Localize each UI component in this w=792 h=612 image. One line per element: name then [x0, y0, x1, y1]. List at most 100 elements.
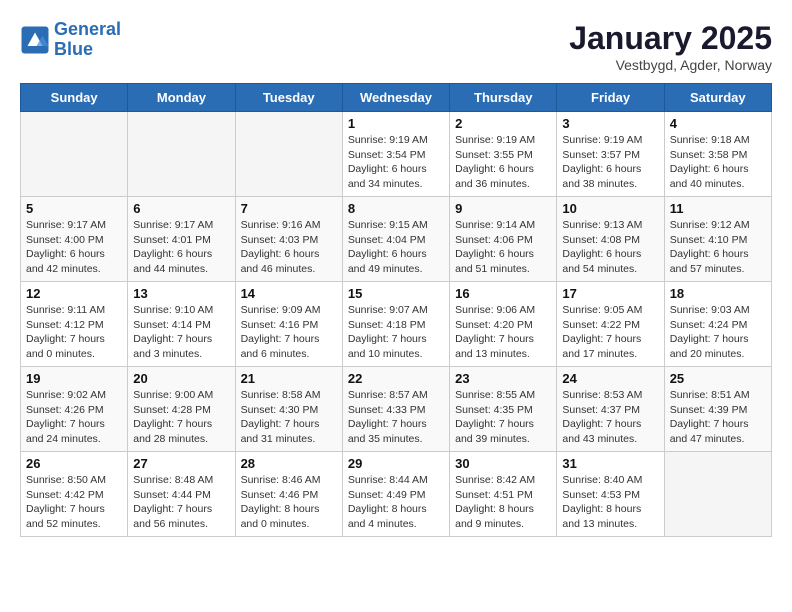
- day-info: Sunrise: 8:55 AM Sunset: 4:35 PM Dayligh…: [455, 388, 551, 447]
- week-row-3: 12Sunrise: 9:11 AM Sunset: 4:12 PM Dayli…: [21, 282, 772, 367]
- day-header-tuesday: Tuesday: [235, 84, 342, 112]
- day-info: Sunrise: 9:13 AM Sunset: 4:08 PM Dayligh…: [562, 218, 658, 277]
- calendar-cell: 11Sunrise: 9:12 AM Sunset: 4:10 PM Dayli…: [664, 197, 771, 282]
- week-row-2: 5 Sunrise: 9:17 AM Sunset: 4:00 PM Daylig…: [21, 197, 772, 282]
- day-number: 30: [455, 456, 551, 471]
- calendar: SundayMondayTuesdayWednesdayThursdayFrid…: [20, 83, 772, 537]
- day-number: 31: [562, 456, 658, 471]
- calendar-cell: 27 Sunrise: 8:48 AM Sunset: 4:44 PM Dayli…: [128, 452, 235, 537]
- day-header-sunday: Sunday: [21, 84, 128, 112]
- day-header-saturday: Saturday: [664, 84, 771, 112]
- day-number: 23: [455, 371, 551, 386]
- calendar-cell: 2 Sunrise: 9:19 AM Sunset: 3:55 PM Daylig…: [450, 112, 557, 197]
- day-number: 21: [241, 371, 337, 386]
- day-number: 25: [670, 371, 766, 386]
- day-number: 20: [133, 371, 229, 386]
- day-number: 26: [26, 456, 122, 471]
- week-row-1: 1 Sunrise: 9:19 AM Sunset: 3:54 PM Daylig…: [21, 112, 772, 197]
- day-number: 18: [670, 286, 766, 301]
- day-number: 17: [562, 286, 658, 301]
- day-info: Sunrise: 9:19 AM Sunset: 3:54 PM Dayligh…: [348, 133, 444, 192]
- day-header-friday: Friday: [557, 84, 664, 112]
- day-info: Sunrise: 8:44 AM Sunset: 4:49 PM Dayligh…: [348, 473, 444, 532]
- calendar-cell: 14 Sunrise: 9:09 AM Sunset: 4:16 PM Dayli…: [235, 282, 342, 367]
- calendar-cell: 6 Sunrise: 9:17 AM Sunset: 4:01 PM Daylig…: [128, 197, 235, 282]
- calendar-cell: 29 Sunrise: 8:44 AM Sunset: 4:49 PM Dayli…: [342, 452, 449, 537]
- logo-text: General Blue: [54, 20, 121, 60]
- calendar-cell: 19 Sunrise: 9:02 AM Sunset: 4:26 PM Dayli…: [21, 367, 128, 452]
- calendar-cell: 10 Sunrise: 9:13 AM Sunset: 4:08 PM Dayli…: [557, 197, 664, 282]
- day-number: 29: [348, 456, 444, 471]
- calendar-cell: [128, 112, 235, 197]
- day-number: 1: [348, 116, 444, 131]
- day-info: Sunrise: 9:05 AM Sunset: 4:22 PM Dayligh…: [562, 303, 658, 362]
- calendar-header-row: SundayMondayTuesdayWednesdayThursdayFrid…: [21, 84, 772, 112]
- day-number: 3: [562, 116, 658, 131]
- day-number: 12: [26, 286, 122, 301]
- day-number: 16: [455, 286, 551, 301]
- calendar-cell: 13 Sunrise: 9:10 AM Sunset: 4:14 PM Dayli…: [128, 282, 235, 367]
- logo-icon: [20, 25, 50, 55]
- logo-line2: Blue: [54, 40, 121, 60]
- calendar-cell: 16 Sunrise: 9:06 AM Sunset: 4:20 PM Dayli…: [450, 282, 557, 367]
- day-info: Sunrise: 9:02 AM Sunset: 4:26 PM Dayligh…: [26, 388, 122, 447]
- day-info: Sunrise: 9:18 AM Sunset: 3:58 PM Dayligh…: [670, 133, 766, 192]
- day-info: Sunrise: 9:19 AM Sunset: 3:55 PM Dayligh…: [455, 133, 551, 192]
- day-info: Sunrise: 9:00 AM Sunset: 4:28 PM Dayligh…: [133, 388, 229, 447]
- day-info: Sunrise: 8:51 AM Sunset: 4:39 PM Dayligh…: [670, 388, 766, 447]
- logo: General Blue: [20, 20, 121, 60]
- calendar-cell: 7Sunrise: 9:16 AM Sunset: 4:03 PM Daylig…: [235, 197, 342, 282]
- day-number: 5: [26, 201, 122, 216]
- calendar-cell: 26 Sunrise: 8:50 AM Sunset: 4:42 PM Dayli…: [21, 452, 128, 537]
- calendar-cell: [21, 112, 128, 197]
- day-number: 4: [670, 116, 766, 131]
- calendar-cell: 4 Sunrise: 9:18 AM Sunset: 3:58 PM Daylig…: [664, 112, 771, 197]
- day-info: Sunrise: 9:06 AM Sunset: 4:20 PM Dayligh…: [455, 303, 551, 362]
- day-number: 22: [348, 371, 444, 386]
- day-header-thursday: Thursday: [450, 84, 557, 112]
- title-block: January 2025 Vestbygd, Agder, Norway: [569, 20, 772, 73]
- calendar-cell: 31 Sunrise: 8:40 AM Sunset: 4:53 PM Dayli…: [557, 452, 664, 537]
- day-number: 19: [26, 371, 122, 386]
- calendar-cell: 24 Sunrise: 8:53 AM Sunset: 4:37 PM Dayli…: [557, 367, 664, 452]
- day-number: 9: [455, 201, 551, 216]
- day-info: Sunrise: 8:57 AM Sunset: 4:33 PM Dayligh…: [348, 388, 444, 447]
- day-info: Sunrise: 8:42 AM Sunset: 4:51 PM Dayligh…: [455, 473, 551, 532]
- calendar-cell: 20 Sunrise: 9:00 AM Sunset: 4:28 PM Dayli…: [128, 367, 235, 452]
- calendar-cell: 28Sunrise: 8:46 AM Sunset: 4:46 PM Dayli…: [235, 452, 342, 537]
- day-number: 6: [133, 201, 229, 216]
- calendar-cell: 21 Sunrise: 8:58 AM Sunset: 4:30 PM Dayli…: [235, 367, 342, 452]
- day-number: 10: [562, 201, 658, 216]
- day-info: Sunrise: 9:17 AM Sunset: 4:00 PM Dayligh…: [26, 218, 122, 277]
- day-info: Sunrise: 9:07 AM Sunset: 4:18 PM Dayligh…: [348, 303, 444, 362]
- calendar-cell: 23 Sunrise: 8:55 AM Sunset: 4:35 PM Dayli…: [450, 367, 557, 452]
- calendar-cell: 8Sunrise: 9:15 AM Sunset: 4:04 PM Daylig…: [342, 197, 449, 282]
- day-number: 2: [455, 116, 551, 131]
- main-title: January 2025: [569, 20, 772, 57]
- day-number: 13: [133, 286, 229, 301]
- calendar-cell: 25 Sunrise: 8:51 AM Sunset: 4:39 PM Dayli…: [664, 367, 771, 452]
- day-info: Sunrise: 8:48 AM Sunset: 4:44 PM Dayligh…: [133, 473, 229, 532]
- day-info: Sunrise: 9:19 AM Sunset: 3:57 PM Dayligh…: [562, 133, 658, 192]
- calendar-cell: [235, 112, 342, 197]
- day-info: Sunrise: 9:16 AM Sunset: 4:03 PM Dayligh…: [241, 218, 337, 277]
- day-info: Sunrise: 9:09 AM Sunset: 4:16 PM Dayligh…: [241, 303, 337, 362]
- week-row-5: 26 Sunrise: 8:50 AM Sunset: 4:42 PM Dayli…: [21, 452, 772, 537]
- day-info: Sunrise: 9:03 AM Sunset: 4:24 PM Dayligh…: [670, 303, 766, 362]
- day-number: 14: [241, 286, 337, 301]
- calendar-cell: 9Sunrise: 9:14 AM Sunset: 4:06 PM Daylig…: [450, 197, 557, 282]
- day-number: 24: [562, 371, 658, 386]
- day-number: 11: [670, 201, 766, 216]
- day-number: 27: [133, 456, 229, 471]
- day-info: Sunrise: 8:50 AM Sunset: 4:42 PM Dayligh…: [26, 473, 122, 532]
- day-info: Sunrise: 9:10 AM Sunset: 4:14 PM Dayligh…: [133, 303, 229, 362]
- day-info: Sunrise: 8:40 AM Sunset: 4:53 PM Dayligh…: [562, 473, 658, 532]
- day-info: Sunrise: 8:46 AM Sunset: 4:46 PM Dayligh…: [241, 473, 337, 532]
- day-info: Sunrise: 8:58 AM Sunset: 4:30 PM Dayligh…: [241, 388, 337, 447]
- day-info: Sunrise: 8:53 AM Sunset: 4:37 PM Dayligh…: [562, 388, 658, 447]
- calendar-cell: [664, 452, 771, 537]
- day-info: Sunrise: 9:17 AM Sunset: 4:01 PM Dayligh…: [133, 218, 229, 277]
- calendar-cell: 30 Sunrise: 8:42 AM Sunset: 4:51 PM Dayli…: [450, 452, 557, 537]
- calendar-cell: 18 Sunrise: 9:03 AM Sunset: 4:24 PM Dayli…: [664, 282, 771, 367]
- subtitle: Vestbygd, Agder, Norway: [569, 57, 772, 73]
